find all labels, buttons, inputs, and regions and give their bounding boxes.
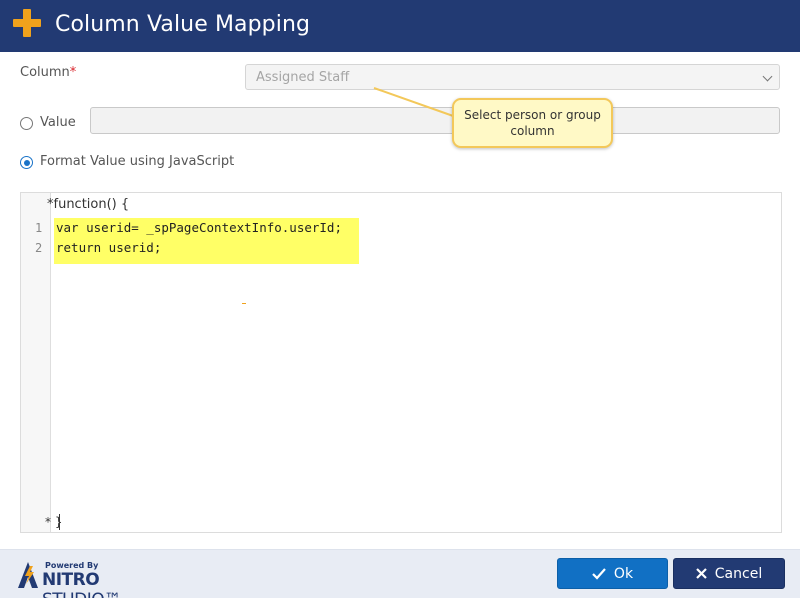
value-radio[interactable] <box>20 117 33 130</box>
tooltip-callout: Select person or group column <box>452 98 613 148</box>
close-icon <box>696 568 707 579</box>
function-header: *function() { <box>47 197 130 212</box>
dialog-header: Column Value Mapping <box>0 0 800 52</box>
column-select-value: Assigned Staff <box>256 70 350 85</box>
ok-button-label: Ok <box>613 565 634 582</box>
editor-marker <box>242 303 246 304</box>
nitro-studio-logo: Powered By NITRO STUDIO™ <box>14 560 174 598</box>
line-number: 2 <box>35 241 43 255</box>
logo-powered-by: Powered By <box>45 561 99 570</box>
line-number: 1 <box>35 221 43 235</box>
ok-button[interactable]: Ok <box>557 558 668 589</box>
code-line[interactable]: return userid; <box>56 240 161 255</box>
code-editor[interactable]: *function() { 1 var userid= _spPageConte… <box>20 192 782 533</box>
dialog-title: Column Value Mapping <box>55 12 311 37</box>
required-mark: * <box>69 65 77 80</box>
logo-brand: NITRO STUDIO™ <box>42 570 121 598</box>
javascript-option-label: Format Value using JavaScript <box>40 154 235 169</box>
lightning-icon <box>18 562 38 588</box>
javascript-radio[interactable] <box>20 156 33 169</box>
value-input[interactable] <box>90 107 780 134</box>
checkmark-icon <box>592 567 606 580</box>
chevron-down-icon <box>762 71 773 82</box>
cancel-button[interactable]: Cancel <box>673 558 785 589</box>
text-caret <box>59 514 60 530</box>
value-option-label: Value <box>40 115 76 130</box>
column-label: Column* <box>20 65 77 80</box>
plus-icon <box>13 9 41 37</box>
cancel-button-label: Cancel <box>714 565 763 582</box>
code-line[interactable]: var userid= _spPageContextInfo.userId; <box>56 220 342 235</box>
column-select[interactable]: Assigned Staff <box>245 64 780 90</box>
